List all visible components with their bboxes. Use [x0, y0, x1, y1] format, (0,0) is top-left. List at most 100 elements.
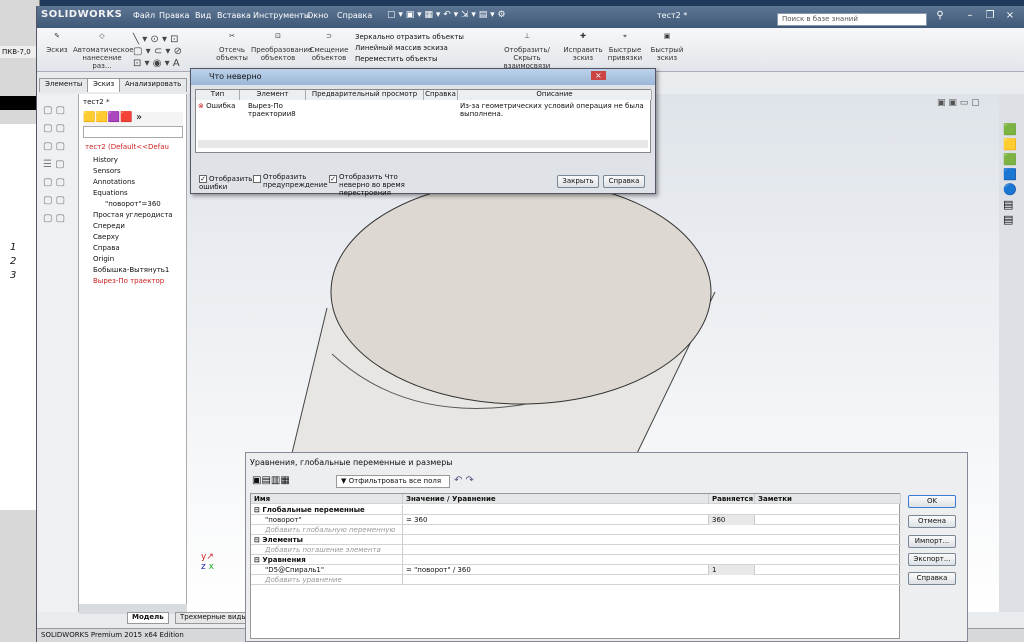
repair-icon: ✚: [580, 32, 586, 40]
restore-icon[interactable]: ❐: [983, 9, 997, 23]
show-warnings-option[interactable]: Отобразить предупреждение: [253, 173, 328, 189]
equations-title: Уравнения, глобальные переменные и разме…: [250, 458, 453, 467]
tab-analyze[interactable]: Анализировать: [119, 78, 188, 92]
command-tabs: Элементы Эскиз Анализировать: [37, 78, 188, 94]
background-app: ПКВ-7,0 1 2 3: [0, 0, 40, 642]
sketch-icon: ✎: [54, 32, 60, 40]
tree-root[interactable]: тест2 (Default<<Defau: [85, 142, 169, 153]
close-icon[interactable]: ×: [1003, 9, 1017, 23]
close-button[interactable]: Закрыть: [557, 175, 599, 188]
eq-help-button[interactable]: Справка: [908, 572, 956, 585]
tree-item-material[interactable]: Простая углеродиста: [93, 210, 173, 221]
add-feature-row[interactable]: Добавить погашение элемента: [251, 545, 901, 555]
import-button[interactable]: Импорт...: [908, 535, 956, 548]
col-type: Тип: [196, 90, 240, 100]
status-text: SOLIDWORKS Premium 2015 x64 Edition: [41, 631, 184, 639]
section-equations[interactable]: ⊟ Уравнения: [251, 555, 901, 565]
background-bar: [0, 96, 40, 110]
window-controls-icons[interactable]: ▣ ▣ ▭ ▢: [937, 98, 995, 110]
what-is-wrong-dialog: Что неверно × Тип Элемент Предварительны…: [190, 68, 656, 197]
search-input[interactable]: Поиск в базе знаний: [777, 13, 927, 26]
filter-input[interactable]: ▼ Отфильтровать все поля: [336, 475, 450, 488]
col-help: Справка: [424, 90, 458, 100]
convert-icon: ⊡: [275, 32, 281, 40]
tree-item-top-plane[interactable]: Сверху: [93, 232, 119, 243]
section-globals[interactable]: ⊟ Глобальные переменные: [251, 505, 901, 515]
task-pane-icons[interactable]: 🟩 🟨 🟩 🟦 🔵 ▤ ▤: [1003, 122, 1021, 227]
search-icon[interactable]: ⚲: [933, 9, 947, 23]
view-mode-icons[interactable]: ▣▤▥▦: [252, 475, 332, 489]
show-rebuild-checkbox: ✓: [329, 175, 337, 183]
tab-features[interactable]: Элементы: [39, 78, 89, 92]
move-button[interactable]: Переместить объекты: [355, 54, 495, 65]
menu-tools[interactable]: Инструменты: [253, 11, 310, 20]
table-row[interactable]: "D5@Спираль1" = "поворот" / 360 1: [251, 565, 901, 575]
offset-button[interactable]: ⊃ Смещение объектов: [307, 32, 351, 62]
error-list: Тип Элемент Предварительный просмотр Спр…: [195, 89, 652, 153]
tree-item-boss-extrude[interactable]: Бобышка-Вытянуть1: [93, 265, 169, 276]
background-grid: 1 2 3: [0, 124, 40, 510]
menu-edit[interactable]: Правка: [159, 11, 189, 20]
show-relations-button[interactable]: ⊥ Отобразить/Скрыть взаимосвязи: [495, 32, 559, 70]
document-name: тест2 *: [83, 98, 110, 106]
tree-filter-icon[interactable]: [83, 126, 183, 138]
trim-icon: ✂: [229, 32, 235, 40]
tab-model[interactable]: Модель: [127, 612, 169, 624]
tree-item-equations[interactable]: Equations: [93, 188, 128, 199]
menu-help[interactable]: Справка: [337, 11, 372, 20]
minimize-icon[interactable]: –: [963, 9, 977, 23]
tab-3d-views[interactable]: Трехмерные виды: [175, 612, 252, 624]
menu-file[interactable]: Файл: [133, 11, 155, 20]
feature-manager-tree: тест2 * 🟨🟨🟪🟥 » тест2 (Default<<Defau His…: [79, 94, 187, 612]
auto-dimension-button[interactable]: ◇ Автоматическое нанесение раз...: [73, 32, 134, 70]
repair-sketch-button[interactable]: ✚ Исправить эскиз: [563, 32, 603, 62]
cancel-button[interactable]: Отмена: [908, 515, 956, 528]
mirror-group[interactable]: Зеркально отразить объекты Линейный масс…: [355, 32, 495, 65]
sketch-tools[interactable]: ╲ ▾ ⊙ ▾ ⊡ ▢ ▾ ⊂ ▾ ⊘ ⊡ ▾ ◉ ▾ A: [133, 34, 213, 70]
grid-number: 3: [10, 270, 17, 281]
error-type: ⊗ Ошибка: [198, 102, 236, 110]
show-errors-option[interactable]: ✓ Отобразить ошибки: [199, 175, 259, 191]
tree-tab-icons[interactable]: 🟨🟨🟪🟥 »: [83, 112, 183, 126]
menu-window[interactable]: Окно: [307, 11, 328, 20]
add-equation-row[interactable]: Добавить уравнение: [251, 575, 901, 585]
left-tool-icons[interactable]: ▢ ▢ ▢ ▢ ▢ ▢ ☰ ▢ ▢ ▢ ▢ ▢ ▢ ▢: [43, 102, 75, 228]
add-global-row[interactable]: Добавить глобальную переменную: [251, 525, 901, 535]
offset-icon: ⊃: [326, 32, 332, 40]
undo-redo-icons[interactable]: ↶ ↷: [454, 475, 482, 486]
linear-pattern-button[interactable]: Линейный массив эскиза: [355, 43, 495, 54]
tab-sketch[interactable]: Эскиз: [87, 78, 121, 92]
mirror-button[interactable]: Зеркально отразить объекты: [355, 32, 495, 43]
col-element: Элемент: [240, 90, 306, 100]
snap-icon: ⌖: [623, 32, 627, 40]
error-element[interactable]: Вырез-По траектории8: [248, 102, 304, 118]
trim-button[interactable]: ✂ Отсечь объекты: [215, 32, 249, 62]
tree-item-variable[interactable]: "поворот"=360: [105, 199, 161, 210]
export-button[interactable]: Экспорт...: [908, 553, 956, 566]
tree-item-origin[interactable]: Origin: [93, 254, 114, 265]
section-features[interactable]: ⊟ Элементы: [251, 535, 901, 545]
dialog-window-buttons[interactable]: ×: [591, 71, 651, 83]
table-row[interactable]: "поворот" = 360 360: [251, 515, 901, 525]
ok-button[interactable]: OK: [908, 495, 956, 508]
convert-button[interactable]: ⊡ Преобразование объектов: [251, 32, 312, 62]
tree-item-sensors[interactable]: Sensors: [93, 166, 121, 177]
menu-view[interactable]: Вид: [195, 11, 211, 20]
tree-item-front-plane[interactable]: Спереди: [93, 221, 125, 232]
tree-item-sweep-cut[interactable]: Вырез-По траектор: [93, 276, 164, 287]
filter-icon: ▼: [341, 477, 347, 485]
error-list-scrollbar[interactable]: [198, 140, 648, 148]
tree-item-annotations[interactable]: Annotations: [93, 177, 135, 188]
tree-item-right-plane[interactable]: Справа: [93, 243, 120, 254]
rapid-sketch-button[interactable]: ▣ Быстрый эскиз: [647, 32, 687, 62]
quick-access-toolbar[interactable]: ▢ ▾ ▣ ▾ ▦ ▾ ↶ ▾ ⇲ ▾ ▤ ▾ ⚙: [387, 10, 607, 24]
error-icon: ⊗: [198, 102, 204, 110]
help-button[interactable]: Справка: [603, 175, 645, 188]
show-rebuild-option[interactable]: ✓ Отобразить Что неверно во время перестр…: [329, 173, 429, 197]
col-preview: Предварительный просмотр: [306, 90, 424, 100]
menu-insert[interactable]: Вставка: [217, 11, 251, 20]
sketch-button[interactable]: ✎ Эскиз: [43, 32, 71, 54]
tree-item-history[interactable]: History: [93, 155, 118, 166]
dialog-title: Что неверно: [191, 69, 655, 85]
quick-snaps-button[interactable]: ⌖ Быстрые привязки: [605, 32, 645, 62]
